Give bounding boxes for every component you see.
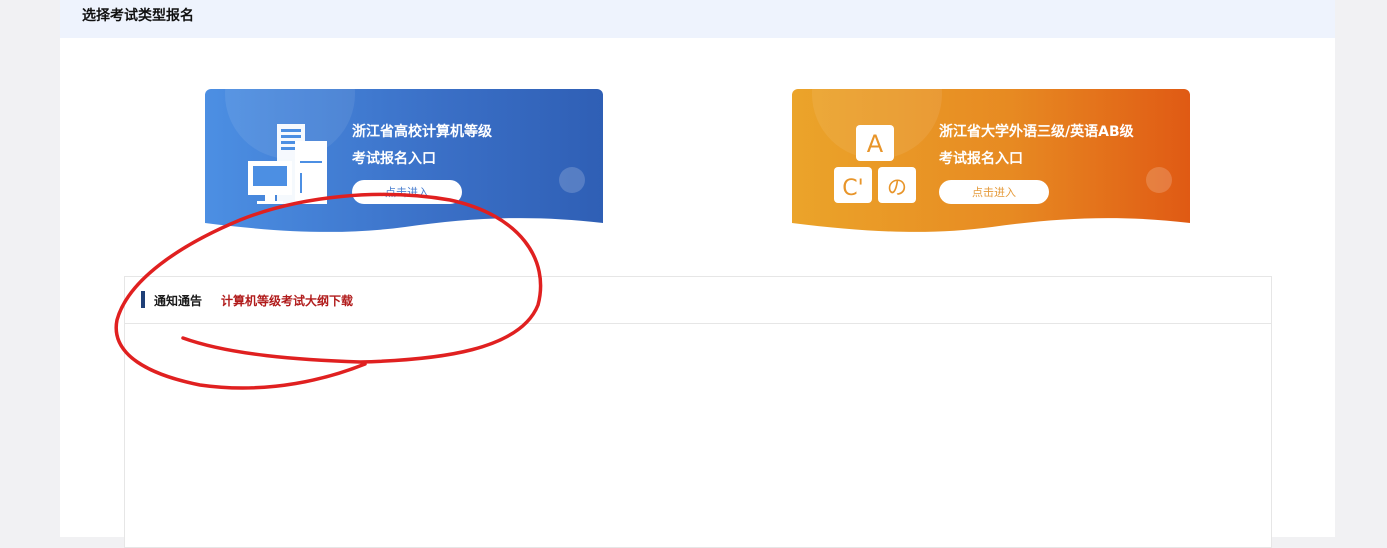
computer-exam-card[interactable]: 浙江省高校计算机等级 考试报名入口 点击进入	[205, 89, 603, 242]
card-title-line2: 考试报名入口	[352, 151, 436, 167]
card-title-line1: 浙江省高校计算机等级	[352, 124, 492, 140]
wave-decoration	[792, 218, 1190, 242]
accent-bar	[141, 291, 145, 308]
syllabus-download-link[interactable]: 计算机等级考试大纲下载	[221, 292, 353, 309]
computer-icon	[248, 124, 327, 204]
card-title-line2: 考试报名入口	[939, 151, 1023, 167]
wave-decoration	[205, 218, 603, 242]
letter-no: の	[887, 175, 907, 199]
card-title: 浙江省高校计算机等级 考试报名入口	[352, 119, 592, 173]
scrollbar-track[interactable]	[1379, 0, 1387, 537]
foreign-language-exam-card[interactable]: A C' の 浙江省大学外语三级/英语AB级 考试报名入口 点击进入	[792, 89, 1190, 242]
notice-title: 通知通告	[154, 294, 203, 308]
card-title-line1: 浙江省大学外语三级/英语AB级	[939, 124, 1134, 140]
enter-button[interactable]: 点击进入	[352, 180, 462, 204]
letter-c: C'	[842, 176, 863, 201]
alphabet-blocks-icon: A C' の	[834, 125, 916, 203]
header-bar: 选择考试类型报名	[60, 0, 1335, 38]
page-title: 选择考试类型报名	[82, 8, 194, 24]
enter-button[interactable]: 点击进入	[939, 180, 1049, 204]
notice-header: 通知通告 计算机等级考试大纲下载	[125, 277, 1271, 324]
notice-panel: 通知通告 计算机等级考试大纲下载	[124, 276, 1272, 548]
page-container: 选择考试类型报名 浙江省高校计算机等级 考试报名入口 点击进入 A C' の 浙…	[60, 0, 1335, 548]
letter-a: A	[867, 130, 884, 158]
card-title: 浙江省大学外语三级/英语AB级 考试报名入口	[939, 119, 1179, 173]
